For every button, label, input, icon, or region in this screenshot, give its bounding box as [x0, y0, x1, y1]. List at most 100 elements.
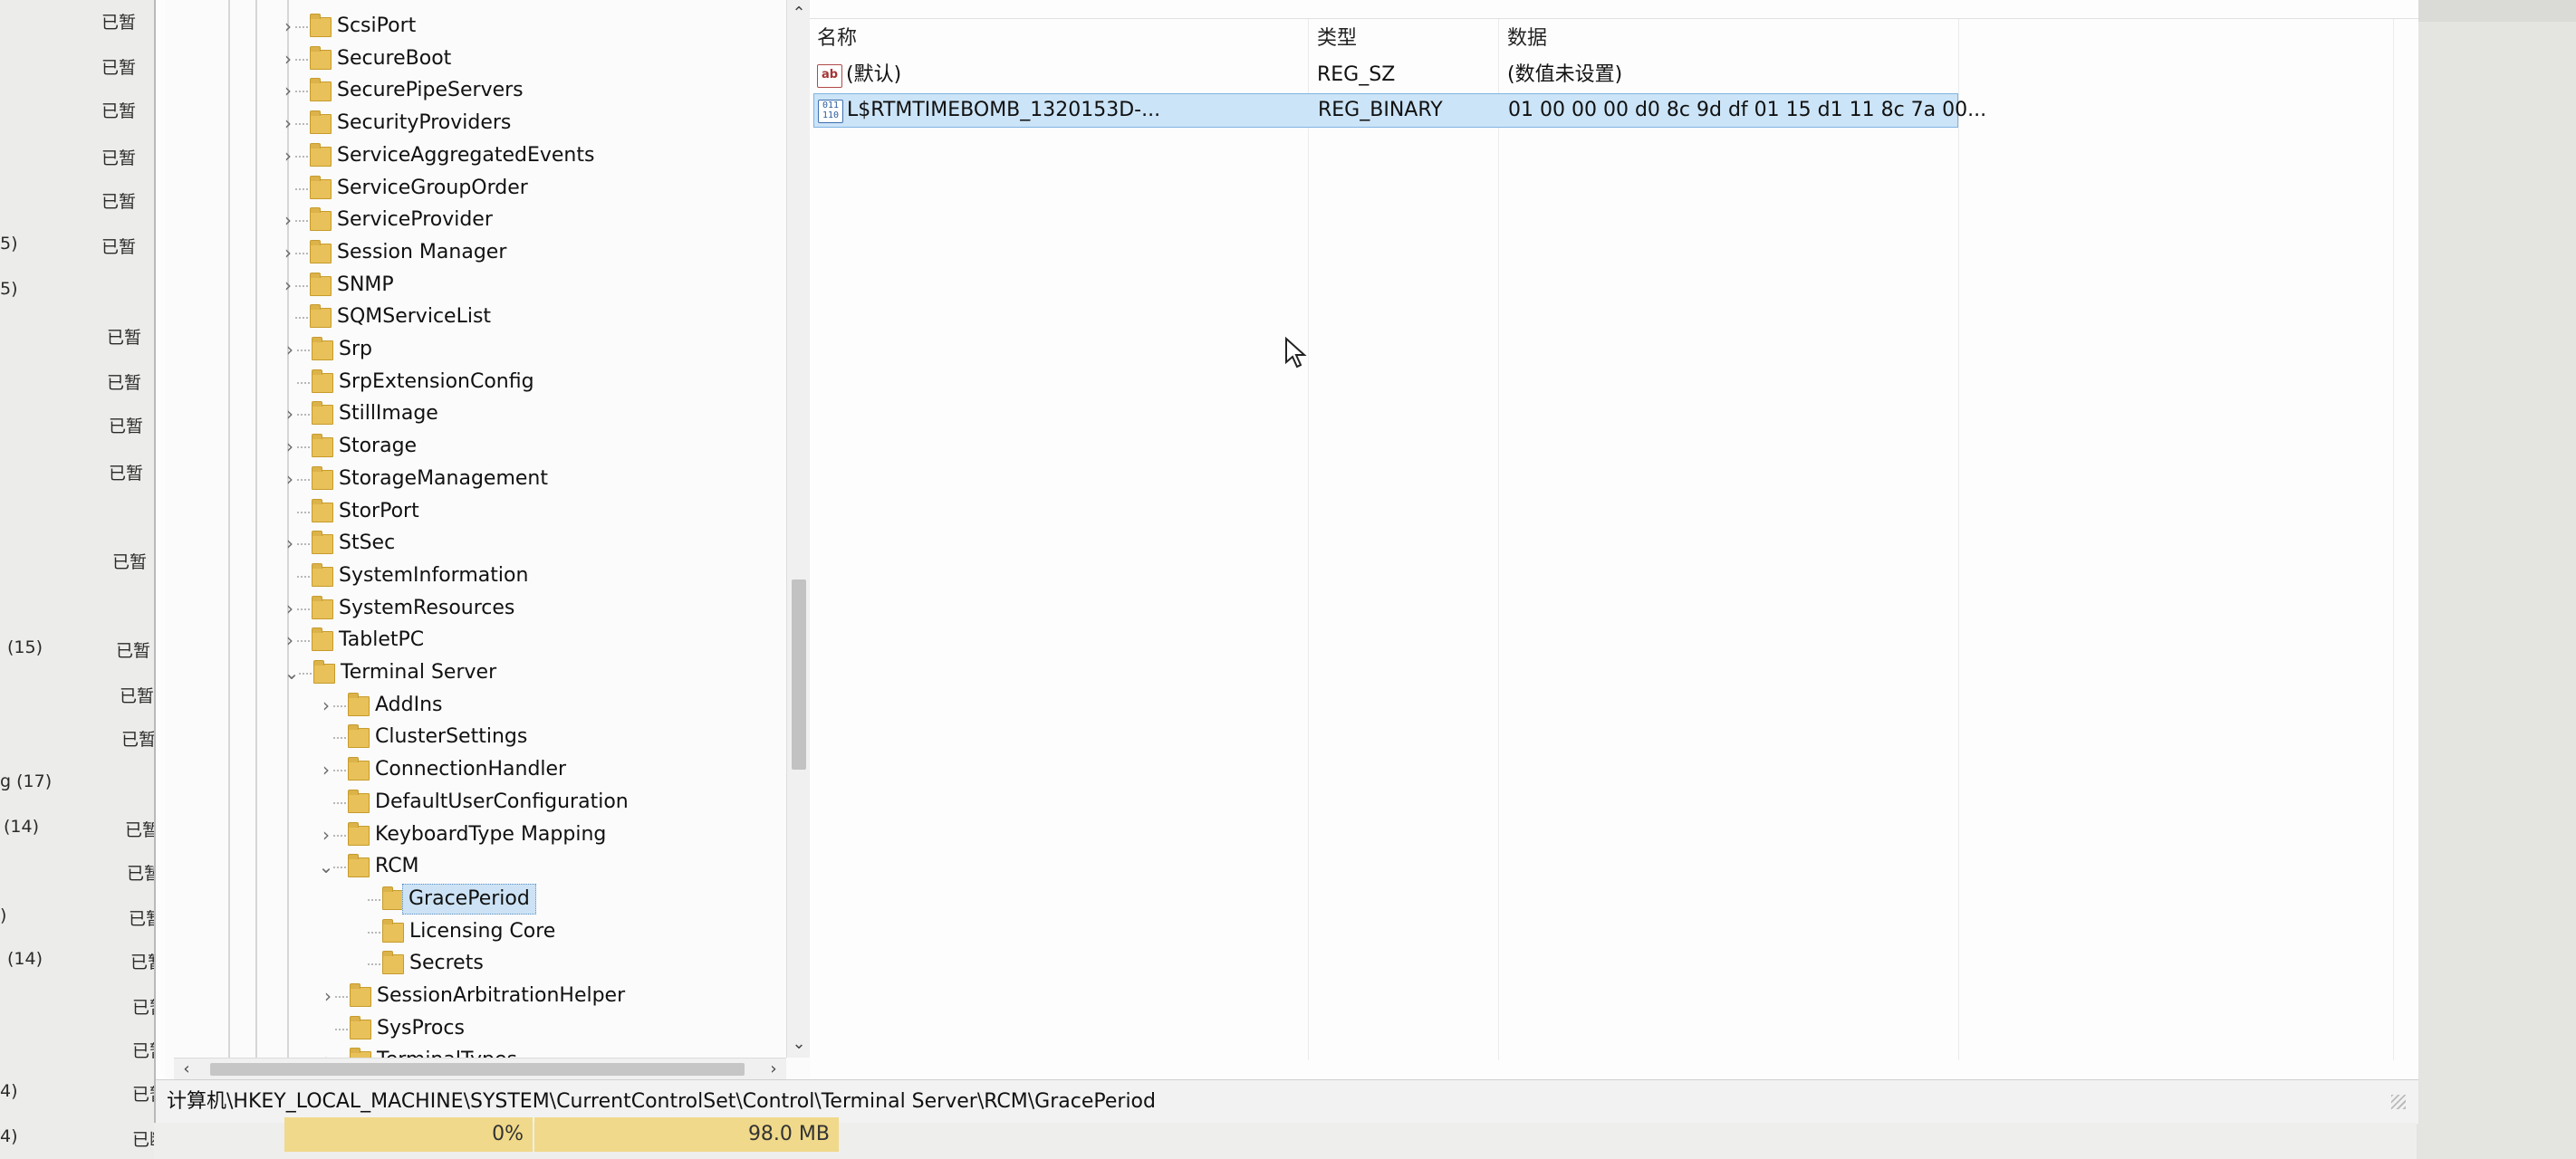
- tree-node-serviceprovider[interactable]: › ServiceProvider: [165, 205, 781, 235]
- chevron-right-icon[interactable]: ›: [279, 205, 297, 235]
- column-separator: [2393, 19, 2394, 1060]
- tree-connector: [368, 931, 380, 934]
- tree-node-addins[interactable]: › AddIns: [165, 690, 781, 721]
- tree-node-storage[interactable]: › Storage: [165, 431, 781, 462]
- tree-node-connectionhandler[interactable]: › ConnectionHandler: [165, 754, 781, 785]
- tree-node-label: DefaultUserConfiguration: [375, 790, 629, 813]
- chevron-right-icon[interactable]: ›: [317, 690, 335, 721]
- tree-node-defaultuserconfiguration[interactable]: DefaultUserConfiguration: [165, 787, 781, 818]
- background-status-text: 已暂: [101, 237, 137, 257]
- tree-connector: [368, 898, 380, 901]
- tree-node-graceperiod[interactable]: GracePeriod: [165, 883, 781, 915]
- registry-values-pane[interactable]: 名称 类型 数据 ab (默认) REG_SZ (数值未设置) 011 110 L…: [810, 0, 2418, 1079]
- chevron-right-icon[interactable]: ›: [319, 981, 337, 1011]
- tree-connector: [297, 478, 310, 481]
- scroll-right-arrow-icon[interactable]: ›: [763, 1058, 784, 1079]
- tree-connector: [297, 575, 310, 578]
- background-task-list: 已暂 已暂 已暂 已暂 已暂 已暂 5) 5) 已暂 已暂 已暂 已暂 已暂 (15) 已暂 已暂 已暂 g (1…: [0, 0, 218, 1159]
- tree-node-srpextensionconfig[interactable]: SrpExtensionConfig: [165, 367, 781, 398]
- tree-node-sqmservicelist[interactable]: SQMServiceList: [165, 302, 781, 332]
- resize-grip-icon[interactable]: [2391, 1095, 2406, 1109]
- tree-connector: [295, 284, 308, 287]
- tree-connector: [295, 187, 308, 190]
- tree-node-serviceaggregatedevents[interactable]: › ServiceAggregatedEvents: [165, 140, 781, 171]
- scroll-left-arrow-icon[interactable]: ‹: [176, 1058, 197, 1079]
- chevron-right-icon[interactable]: ›: [281, 625, 299, 656]
- value-name: L$RTMTIMEBOMB_1320153D-...: [847, 99, 1161, 121]
- tree-node-securepipeservers[interactable]: › SecurePipeServers: [165, 75, 781, 106]
- folder-icon: [310, 142, 332, 167]
- tree-node-snmp[interactable]: › SNMP: [165, 270, 781, 301]
- tree-node-label: SecurePipeServers: [337, 79, 524, 102]
- tree-node-scsiport[interactable]: › ScsiPort: [165, 11, 781, 42]
- chevron-down-icon[interactable]: ⌄: [317, 851, 335, 882]
- column-header-name[interactable]: 名称: [817, 19, 857, 59]
- tree-node-licensing-core[interactable]: Licensing Core: [165, 916, 781, 947]
- tree-node-label: Session Manager: [337, 240, 507, 263]
- tree-node-srp[interactable]: › Srp: [165, 334, 781, 365]
- scroll-down-arrow-icon[interactable]: ⌄: [787, 1032, 810, 1056]
- tree-node-label: SNMP: [337, 273, 394, 296]
- chevron-right-icon[interactable]: ›: [317, 819, 335, 850]
- tree-node-label: StillImage: [339, 402, 438, 426]
- tree-node-systemresources[interactable]: › SystemResources: [165, 593, 781, 624]
- tree-connector: [297, 414, 310, 417]
- tree-node-label: StorPort: [339, 499, 419, 522]
- chevron-right-icon[interactable]: ›: [279, 108, 297, 139]
- background-status-text: 4): [0, 1081, 18, 1101]
- tree-node-rcm[interactable]: ⌄ RCM: [165, 851, 781, 882]
- tree-node-securityproviders[interactable]: › SecurityProviders: [165, 108, 781, 139]
- background-status-text: 已暂: [101, 101, 137, 121]
- chevron-right-icon[interactable]: ›: [279, 43, 297, 74]
- tree-connector: [297, 350, 310, 351]
- chevron-right-icon[interactable]: ›: [279, 11, 297, 42]
- column-header-type[interactable]: 类型: [1317, 19, 1357, 59]
- tree-node-secureboot[interactable]: › SecureBoot: [165, 43, 781, 74]
- tree-node-systeminformation[interactable]: SystemInformation: [165, 560, 781, 591]
- chevron-right-icon[interactable]: ›: [281, 398, 299, 429]
- registry-value-row-default[interactable]: ab (默认) REG_SZ (数值未设置): [813, 59, 1958, 91]
- tree-vertical-scrollbar[interactable]: ⌃ ⌄: [786, 0, 810, 1058]
- chevron-right-icon[interactable]: ›: [281, 528, 299, 559]
- tree-node-clustersettings[interactable]: ClusterSettings: [165, 722, 781, 752]
- tree-node-sysprocs[interactable]: SysProcs: [165, 1013, 781, 1044]
- tree-horizontal-scroll-thumb[interactable]: [210, 1063, 745, 1076]
- tree-node-session-manager[interactable]: › Session Manager: [165, 237, 781, 268]
- chevron-right-icon[interactable]: ›: [317, 754, 335, 785]
- tree-node-servicegrouporder[interactable]: ServiceGroupOrder: [165, 173, 781, 204]
- tree-node-storagemanagement[interactable]: › StorageManagement: [165, 464, 781, 494]
- tree-node-terminal-server[interactable]: ⌄ Terminal Server: [165, 657, 781, 688]
- tree-node-label: SystemResources: [339, 596, 515, 619]
- background-top-edge: [2417, 0, 2576, 22]
- tree-node-secrets[interactable]: Secrets: [165, 948, 781, 979]
- chevron-right-icon[interactable]: ›: [281, 593, 299, 624]
- tree-node-stsec[interactable]: › StSec: [165, 528, 781, 559]
- chevron-right-icon[interactable]: ›: [281, 334, 299, 365]
- tree-node-keyboardtype-mapping[interactable]: › KeyboardType Mapping: [165, 819, 781, 850]
- tree-connector: [297, 640, 310, 643]
- tree-connector: [295, 155, 308, 158]
- tree-node-storport[interactable]: StorPort: [165, 496, 781, 527]
- folder-icon: [348, 757, 370, 781]
- chevron-down-icon[interactable]: ⌄: [283, 657, 301, 688]
- registry-tree-pane[interactable]: › ScsiPort › SecureBoot › SecurePipeServers › S…: [165, 0, 811, 1079]
- chevron-right-icon[interactable]: ›: [281, 464, 299, 494]
- tree-horizontal-scrollbar[interactable]: ‹ ›: [174, 1058, 786, 1079]
- chevron-right-icon[interactable]: ›: [279, 270, 297, 301]
- chevron-right-icon[interactable]: ›: [279, 75, 297, 106]
- tree-connector: [295, 252, 308, 254]
- tree-vertical-scroll-thumb[interactable]: [792, 580, 806, 770]
- tree-node-stillimage[interactable]: › StillImage: [165, 398, 781, 429]
- tree-node-label: ConnectionHandler: [375, 758, 567, 781]
- scroll-up-arrow-icon[interactable]: ⌃: [787, 2, 810, 25]
- tree-node-label: SystemInformation: [339, 563, 529, 587]
- chevron-right-icon[interactable]: ›: [279, 140, 297, 171]
- column-header-data[interactable]: 数据: [1507, 19, 1547, 59]
- background-status-text: 4): [0, 1126, 18, 1146]
- chevron-right-icon[interactable]: ›: [279, 237, 297, 268]
- tree-node-label: SQMServiceList: [337, 305, 492, 329]
- chevron-right-icon[interactable]: ›: [281, 431, 299, 462]
- tree-node-sessionarbitrationhelper[interactable]: › SessionArbitrationHelper: [165, 981, 781, 1011]
- registry-value-row-rtmtimebomb[interactable]: 011 110 L$RTMTIMEBOMB_1320153D-... REG_BI…: [813, 93, 1986, 128]
- tree-node-tabletpc[interactable]: › TabletPC: [165, 625, 781, 656]
